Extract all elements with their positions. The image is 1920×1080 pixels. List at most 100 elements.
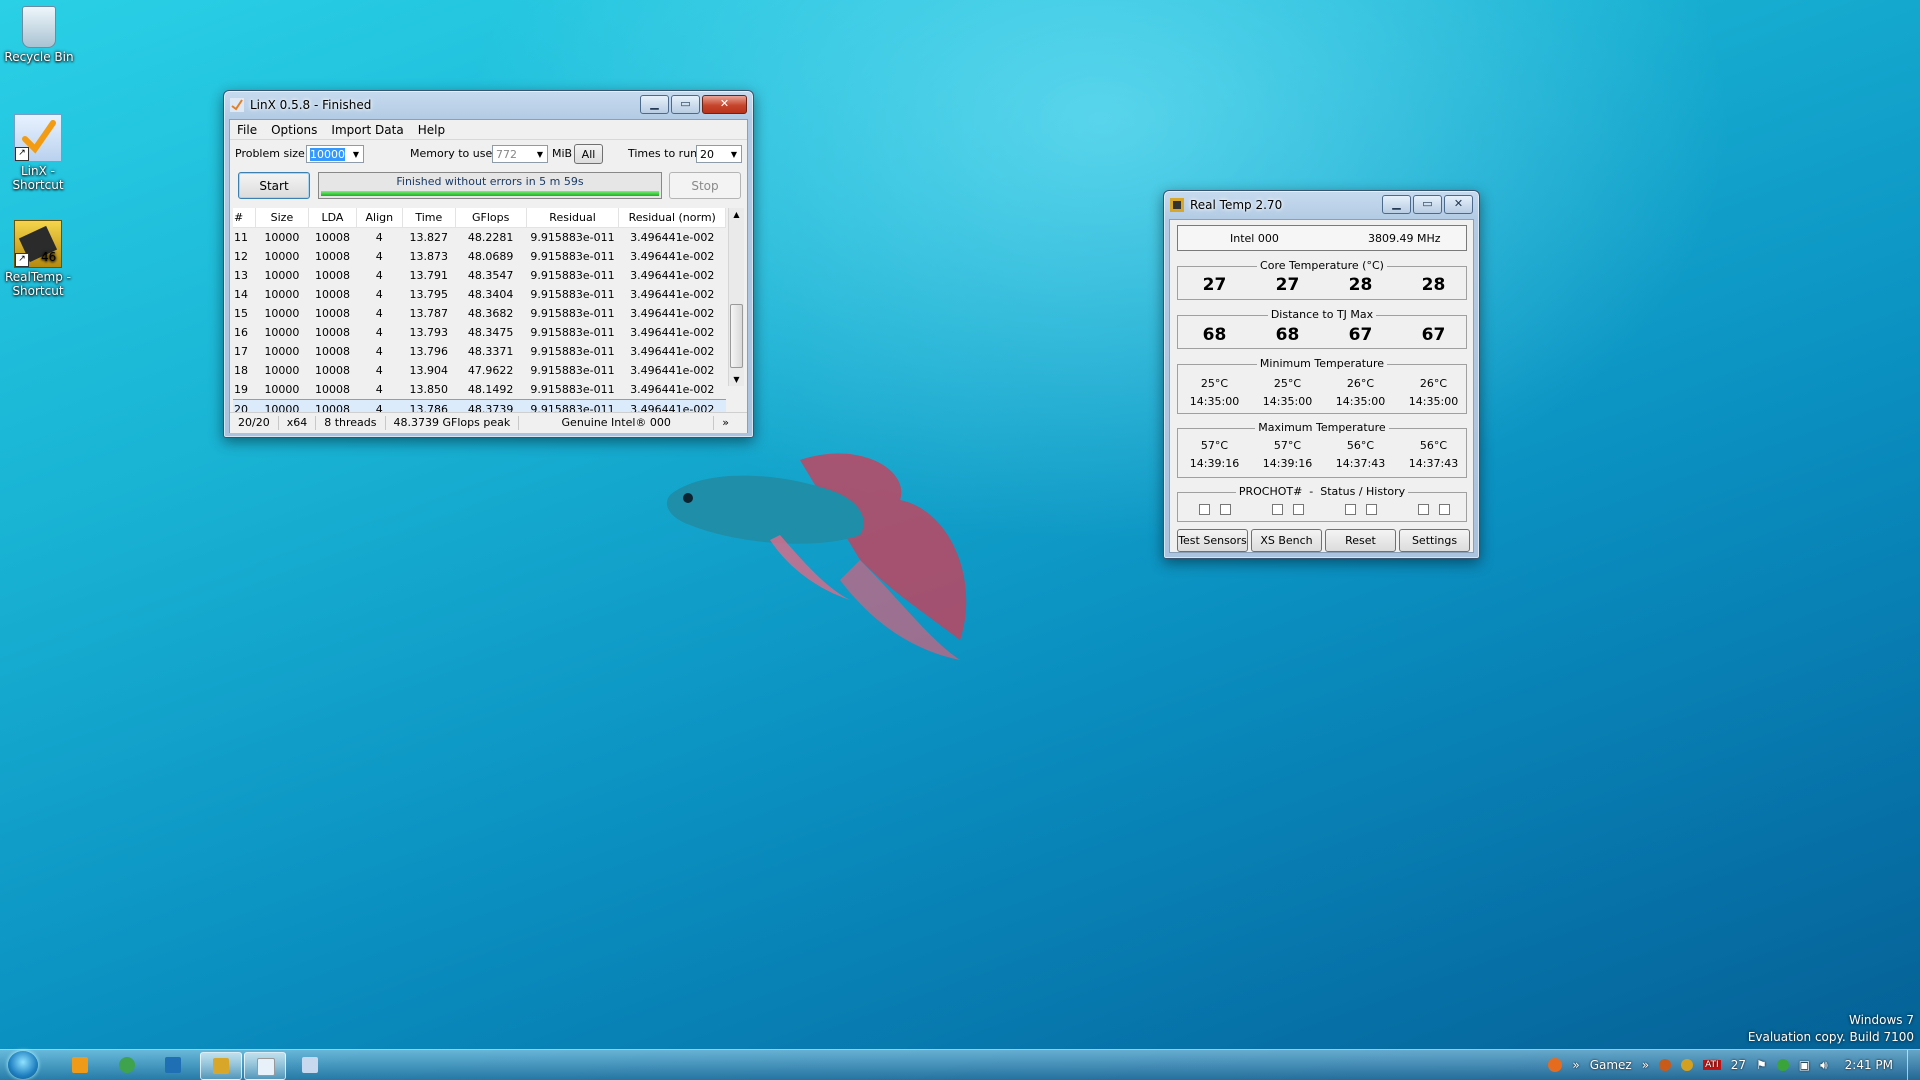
scroll-up-icon[interactable]: ▲: [729, 210, 744, 219]
desktop-icon-realtemp[interactable]: 46 ↗ RealTemp - Shortcut: [0, 220, 78, 298]
prochot-group: PROCHOT# - Status / History: [1177, 485, 1467, 522]
column-header[interactable]: GFlops: [455, 208, 527, 228]
column-header[interactable]: Size: [255, 208, 310, 228]
all-memory-button[interactable]: All: [574, 144, 603, 164]
maximize-button[interactable]: ▭: [671, 95, 700, 114]
max-temp-2: 56°C: [1346, 439, 1375, 452]
table-cell: 3.496441e-002: [630, 231, 715, 244]
table-cell: 9.915883e-011: [530, 269, 615, 282]
column-header[interactable]: Time: [402, 208, 456, 228]
tray-ati-icon[interactable]: ATI: [1703, 1060, 1721, 1070]
status-more-button[interactable]: »: [714, 416, 737, 430]
table-cell: 48.3404: [467, 288, 514, 301]
vertical-scrollbar[interactable]: ▲ ▼: [728, 208, 744, 386]
linx-titlebar[interactable]: LinX 0.5.8 - Finished ▁ ▭ ✕: [224, 91, 753, 119]
chevron-down-icon[interactable]: ▼: [727, 150, 741, 159]
taskbar-media-player[interactable]: [60, 1052, 100, 1078]
maximum-temperature-label: Maximum Temperature: [1255, 421, 1389, 434]
minimize-button[interactable]: ▁: [1382, 195, 1411, 214]
show-desktop-button[interactable]: [1907, 1050, 1920, 1080]
tray-firefox-icon[interactable]: [1548, 1058, 1563, 1072]
table-cell: 19: [234, 383, 248, 396]
table-cell: 48.3475: [467, 326, 514, 339]
table-cell: 48.3371: [467, 345, 514, 358]
table-cell: 4: [375, 383, 383, 396]
start-button[interactable]: [8, 1051, 38, 1079]
scroll-down-icon[interactable]: ▼: [729, 375, 744, 384]
table-cell: 13: [234, 269, 248, 282]
minimize-button[interactable]: ▁: [640, 95, 669, 114]
table-cell: 10000: [264, 364, 300, 377]
linx-icon: [257, 1058, 275, 1076]
test-sensors-button[interactable]: Test Sensors: [1177, 529, 1248, 552]
table-row[interactable]: 12 10000 10008 4 13.873 48.0689 9.915883e-011 3…: [233, 247, 726, 266]
close-button[interactable]: ✕: [1444, 195, 1473, 214]
max-temp-0: 57°C: [1200, 439, 1229, 452]
column-header[interactable]: #: [233, 208, 256, 228]
tray-app-icon[interactable]: [1659, 1059, 1672, 1071]
desktop-icon-linx[interactable]: ↗ LinX - Shortcut: [0, 114, 78, 192]
table-cell: 13.793: [409, 326, 449, 339]
window-title: LinX 0.5.8 - Finished: [250, 98, 372, 112]
reset-button[interactable]: Reset: [1325, 529, 1396, 552]
menu-options[interactable]: Options: [264, 123, 324, 137]
toolbar-expand-icon[interactable]: »: [1572, 1058, 1579, 1072]
chevron-down-icon[interactable]: ▼: [533, 150, 547, 159]
menu-import-data[interactable]: Import Data: [324, 123, 410, 137]
tjmax-0: 68: [1202, 325, 1227, 345]
desktop-icon-recycle-bin[interactable]: Recycle Bin: [0, 6, 79, 64]
table-row[interactable]: 16 10000 10008 4 13.793 48.3475 9.915883e-011 3…: [233, 323, 726, 342]
taskbar-app-blue[interactable]: [153, 1052, 193, 1078]
column-header[interactable]: Align: [356, 208, 403, 228]
close-button[interactable]: ✕: [702, 95, 747, 114]
start-button[interactable]: Start: [238, 172, 310, 199]
table-row[interactable]: 14 10000 10008 4 13.795 48.3404 9.915883e-011 3…: [233, 285, 726, 304]
maximize-button[interactable]: ▭: [1413, 195, 1442, 214]
min-temp-3: 26°C: [1419, 377, 1448, 390]
realtemp-titlebar[interactable]: Real Temp 2.70 ▁ ▭ ✕: [1164, 191, 1479, 219]
scroll-thumb[interactable]: [730, 304, 743, 368]
messenger-icon: [119, 1057, 135, 1073]
table-row[interactable]: 18 10000 10008 4 13.904 47.9622 9.915883e-011 3…: [233, 361, 726, 380]
column-header[interactable]: Residual: [526, 208, 620, 228]
volume-icon[interactable]: 🔊︎: [1820, 1058, 1828, 1073]
stop-button[interactable]: Stop: [669, 172, 741, 199]
menu-help[interactable]: Help: [411, 123, 452, 137]
min-temp-1: 25°C: [1273, 377, 1302, 390]
core-temp-1: 27: [1275, 275, 1300, 295]
taskbar-messenger[interactable]: [107, 1052, 147, 1078]
table-cell: 10008: [315, 288, 350, 301]
cpu-info-box: Intel 000 3809.49 MHz: [1177, 225, 1467, 251]
tray-app-icon[interactable]: [1776, 1059, 1789, 1071]
gamez-toolbar[interactable]: Gamez: [1590, 1058, 1632, 1072]
memory-combo[interactable]: 772 ▼: [492, 145, 548, 163]
shortcut-arrow-icon: ↗: [15, 253, 29, 267]
problem-size-combo[interactable]: 10000 ▼: [306, 145, 364, 163]
taskbar-realtemp[interactable]: [200, 1052, 242, 1080]
settings-button[interactable]: Settings: [1399, 529, 1470, 552]
table-row[interactable]: 11 10000 10008 4 13.827 48.2281 9.915883e-011 3…: [233, 228, 726, 248]
network-icon[interactable]: ▣: [1799, 1058, 1810, 1072]
menu-file[interactable]: File: [230, 123, 264, 137]
table-cell: 10000: [264, 383, 300, 396]
table-row[interactable]: 13 10000 10008 4 13.791 48.3547 9.915883e-011 3…: [233, 266, 726, 285]
xs-bench-button[interactable]: XS Bench: [1251, 529, 1322, 552]
tray-temperature[interactable]: 27: [1731, 1058, 1746, 1072]
min-temp-0: 25°C: [1200, 377, 1229, 390]
table-cell: 11: [234, 231, 248, 244]
clock[interactable]: 2:41 PM: [1845, 1058, 1893, 1072]
taskbar-linx-2[interactable]: [290, 1052, 330, 1078]
toolbar-expand-icon[interactable]: »: [1642, 1058, 1649, 1072]
table-row[interactable]: 17 10000 10008 4 13.796 48.3371 9.915883e-011 3…: [233, 342, 726, 361]
column-header[interactable]: Residual (norm): [618, 208, 726, 228]
chevron-down-icon[interactable]: ▼: [349, 150, 363, 159]
times-combo[interactable]: 20 ▼: [696, 145, 742, 163]
column-header[interactable]: LDA: [308, 208, 357, 228]
core-temperature-group: Core Temperature (°C) 27 27 28 28: [1177, 259, 1467, 300]
table-row[interactable]: 15 10000 10008 4 13.787 48.3682 9.915883e-011 3…: [233, 304, 726, 323]
table-cell: 10008: [315, 364, 350, 377]
table-row[interactable]: 19 10000 10008 4 13.850 48.1492 9.915883e-011 3…: [233, 380, 726, 400]
action-center-flag-icon[interactable]: ⚑: [1756, 1058, 1767, 1072]
tray-app-icon[interactable]: [1681, 1059, 1694, 1071]
taskbar-linx[interactable]: [244, 1052, 286, 1080]
